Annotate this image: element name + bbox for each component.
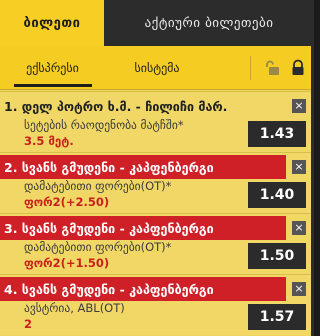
odds-button[interactable]: 1.50 xyxy=(248,243,306,269)
bet-selection: 2 xyxy=(24,317,33,331)
bet-type-tabs: ექსპრესი სისტემა xyxy=(0,46,314,90)
bet-market: სეტების რაოდენობა მატჩში* xyxy=(24,118,184,132)
odds-button[interactable]: 1.57 xyxy=(248,304,306,330)
bet-item: 1. დელ პოტრო ხ.მ. - ჩილიჩი მარ. × სეტები… xyxy=(0,91,314,152)
lock-icon[interactable] xyxy=(289,59,307,77)
bet-market: დამატებითი ფორები(OT)* xyxy=(24,240,172,254)
tab-system[interactable]: სისტემა xyxy=(105,46,209,90)
odds-button[interactable]: 1.43 xyxy=(248,121,306,147)
bet-event-title: 2. სვანს გმუდენი - კაპფენბერგი xyxy=(0,155,286,179)
top-tab-bar: ბილეთი აქტიური ბილეთები xyxy=(0,0,314,46)
bet-market: დამატებითი ფორები(OT)* xyxy=(24,179,172,193)
bet-selection: ფორ2(+1.50) xyxy=(24,256,110,270)
tab-tickets[interactable]: ბილეთი xyxy=(0,0,104,46)
bet-event-title: 4. სვანს გმუდენი - კაპფენბერგი xyxy=(0,277,286,301)
scrollbar-track[interactable] xyxy=(311,46,314,336)
bet-selection: 3.5 მეტ. xyxy=(24,134,74,148)
remove-bet-close-icon[interactable]: × xyxy=(292,160,306,174)
bet-market: ავსტრია, ABL(OT) xyxy=(24,301,125,315)
unlock-icon[interactable] xyxy=(263,59,281,77)
tab-active-tickets[interactable]: აქტიური ბილეთები xyxy=(104,0,314,46)
active-tab-indicator xyxy=(14,84,92,87)
odds-button[interactable]: 1.40 xyxy=(248,182,306,208)
bet-event-title: 3. სვანს გმუდენი - კაპფენბერგი xyxy=(0,216,286,240)
remove-bet-close-icon[interactable]: × xyxy=(292,282,306,296)
bet-item: 2. სვანს გმუდენი - კაპფენბერგი × დამატებ… xyxy=(0,152,314,213)
bet-item: 3. სვანს გმუდენი - კაპფენბერგი × დამატებ… xyxy=(0,213,314,274)
bet-selection: ფორ2(+2.50) xyxy=(24,195,110,209)
bet-event-title: 1. დელ პოტრო ხ.მ. - ჩილიჩი მარ. xyxy=(4,98,228,114)
bet-item: 4. სვანს გმუდენი - კაპფენბერგი × ავსტრია… xyxy=(0,274,314,335)
remove-bet-close-icon[interactable]: × xyxy=(292,221,306,235)
divider xyxy=(250,56,251,80)
betslip-panel: ბილეთი აქტიური ბილეთები ექსპრესი სისტემა… xyxy=(0,0,314,336)
remove-bet-close-icon[interactable]: × xyxy=(292,99,306,113)
